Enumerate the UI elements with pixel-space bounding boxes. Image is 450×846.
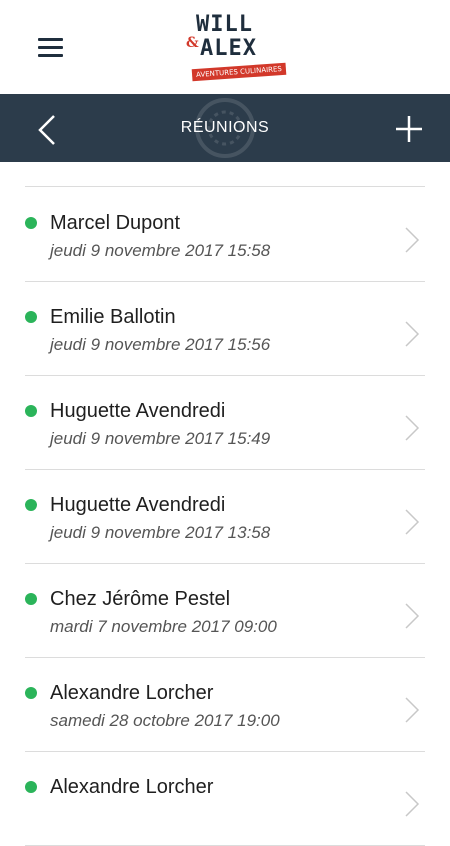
chevron-left-icon[interactable] [36, 114, 58, 146]
meeting-list-item[interactable]: Huguette Avendredi jeudi 9 novembre 2017 … [0, 470, 450, 564]
status-indicator-dot [25, 781, 37, 793]
chevron-right-icon [405, 227, 420, 253]
chevron-right-icon [405, 791, 420, 817]
status-indicator-dot [25, 405, 37, 417]
meeting-date: samedi 28 octobre 2017 19:00 [50, 711, 280, 730]
menu-icon-bar [38, 38, 63, 41]
status-indicator-dot [25, 217, 37, 229]
status-indicator-dot [25, 311, 37, 323]
meeting-name: Alexandre Lorcher [50, 776, 214, 798]
meeting-list-item[interactable]: Alexandre Lorcher samedi 28 octobre 2017 … [0, 658, 450, 752]
logo-line2: ALEX [200, 36, 257, 61]
logo-line1: WILL [196, 12, 253, 37]
plus-icon[interactable] [395, 115, 423, 143]
meeting-name: Marcel Dupont [50, 212, 181, 234]
chevron-right-icon [405, 697, 420, 723]
menu-icon-bar [38, 54, 63, 57]
app-logo: WILL & ALEX AVENTURES CULINAIRES [180, 10, 287, 88]
meeting-name: Huguette Avendredi [50, 494, 226, 516]
meeting-date: jeudi 9 novembre 2017 13:58 [50, 523, 271, 542]
chevron-right-icon [405, 321, 420, 347]
meeting-date: jeudi 9 novembre 2017 15:56 [50, 335, 271, 354]
menu-icon-bar [38, 46, 63, 49]
hamburger-menu-button[interactable] [38, 38, 63, 58]
page-title: RÉUNIONS [180, 119, 270, 136]
meeting-list-item[interactable]: Emilie Ballotin jeudi 9 novembre 2017 15:… [0, 282, 450, 376]
status-indicator-dot [25, 593, 37, 605]
meeting-date: mardi 7 novembre 2017 09:00 [50, 617, 277, 636]
logo-ampersand: & [186, 35, 199, 51]
meeting-list-item[interactable]: Marcel Dupont jeudi 9 novembre 2017 15:58 [0, 188, 450, 282]
meeting-name: Huguette Avendredi [50, 400, 226, 422]
chevron-right-icon [405, 415, 420, 441]
meeting-name: Alexandre Lorcher [50, 682, 214, 704]
list-divider [25, 186, 425, 187]
chevron-right-icon [405, 603, 420, 629]
status-indicator-dot [25, 687, 37, 699]
meeting-date: jeudi 9 novembre 2017 15:58 [50, 241, 271, 260]
meeting-list-item[interactable]: Alexandre Lorcher [0, 752, 450, 846]
meeting-list-item[interactable]: Huguette Avendredi jeudi 9 novembre 2017 … [0, 376, 450, 470]
meeting-list-item[interactable]: Chez Jérôme Pestel mardi 7 novembre 2017 … [0, 564, 450, 658]
logo-tagline: AVENTURES CULINAIRES [191, 62, 287, 82]
meeting-name: Emilie Ballotin [50, 306, 176, 328]
chevron-right-icon [405, 509, 420, 535]
status-indicator-dot [25, 499, 37, 511]
app-header: WILL & ALEX AVENTURES CULINAIRES [0, 0, 450, 94]
meeting-date: jeudi 9 novembre 2017 15:49 [50, 429, 271, 448]
meeting-name: Chez Jérôme Pestel [50, 588, 231, 610]
